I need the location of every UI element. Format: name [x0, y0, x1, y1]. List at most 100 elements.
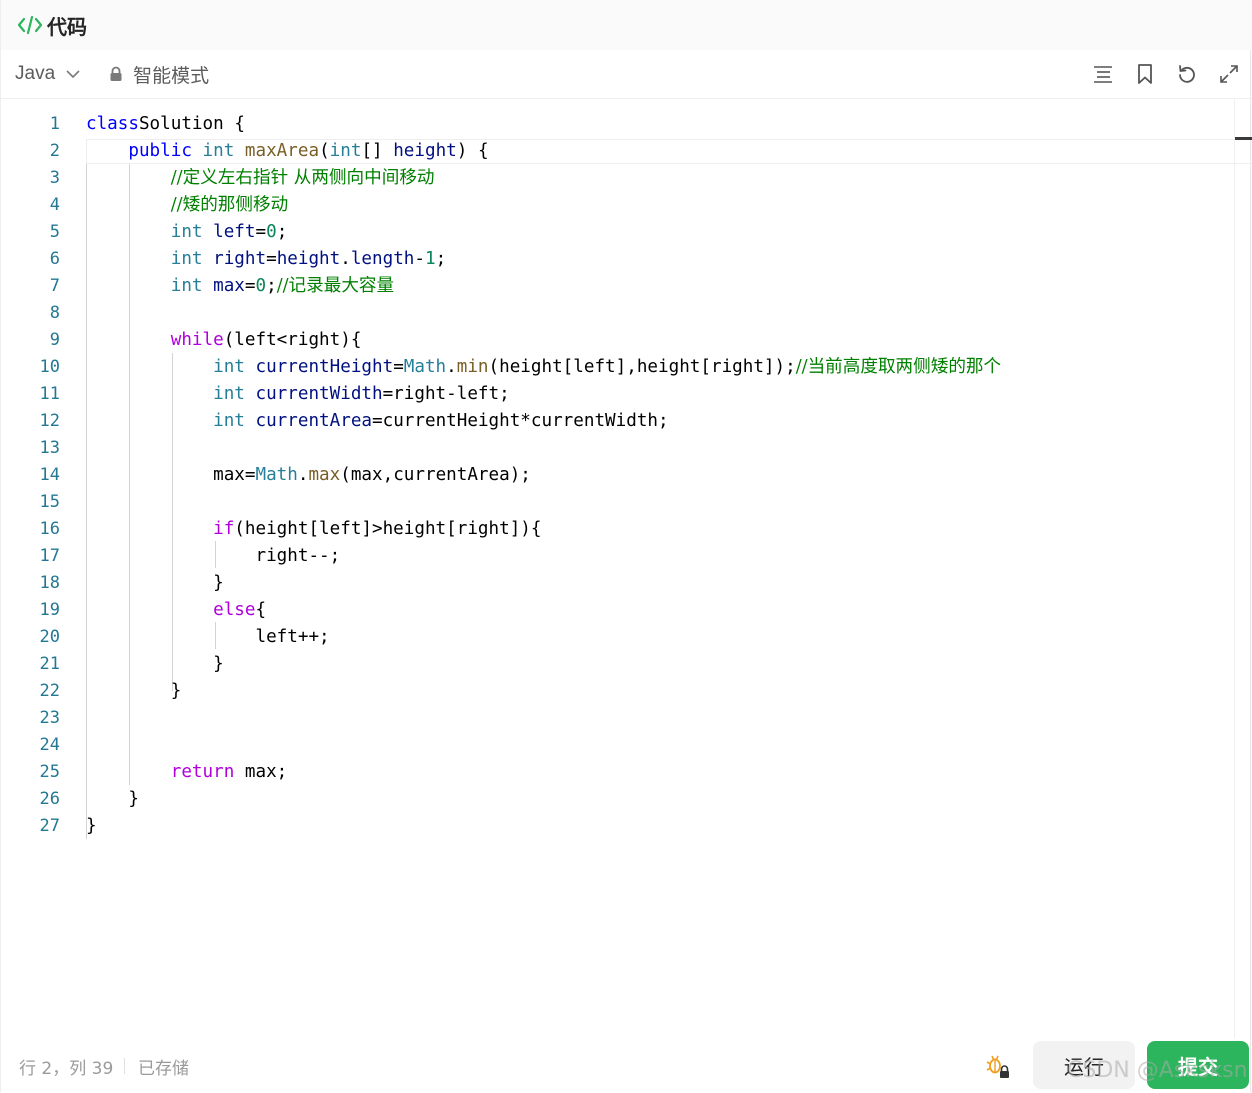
format-icon[interactable]	[1091, 62, 1115, 86]
mode-label: 智能模式	[133, 64, 210, 87]
code-text: public int maxArea(int[] height) {	[86, 138, 489, 165]
code-text: classSolution {	[86, 111, 245, 138]
code-line[interactable]: 20 left++;	[1, 624, 1235, 651]
code-token: =right-left;	[382, 384, 510, 404]
code-token: }	[86, 789, 139, 809]
code-line[interactable]: 18 }	[1, 570, 1235, 597]
line-number: 15	[39, 492, 60, 512]
code-line[interactable]: 15	[1, 489, 1235, 516]
code-line[interactable]: 22 }	[1, 678, 1235, 705]
line-number: 12	[39, 411, 60, 431]
bookmark-icon[interactable]	[1133, 62, 1157, 86]
code-line[interactable]: 10 int currentHeight=Math.min(height[lef…	[1, 354, 1235, 381]
code-token: =	[393, 357, 404, 377]
code-token: (	[319, 141, 330, 161]
line-number: 13	[39, 438, 60, 458]
code-text: int max=0;//记录最大容量	[86, 273, 394, 300]
code-token: }	[86, 681, 182, 701]
code-text: max=Math.max(max,currentArea);	[86, 462, 531, 489]
code-line[interactable]: 23	[1, 705, 1235, 732]
code-line[interactable]: 24	[1, 732, 1235, 759]
code-token: height	[393, 141, 457, 161]
code-line[interactable]: 3 //定义左右指针 从两侧向中间移动	[1, 165, 1235, 192]
code-line[interactable]: 11 int currentWidth=right-left;	[1, 381, 1235, 408]
editor-toolbar: Java 智能模式	[1, 50, 1252, 99]
line-number: 4	[49, 195, 60, 215]
code-line[interactable]: 4 //矮的那侧移动	[1, 192, 1235, 219]
line-number: 2	[49, 141, 60, 161]
code-line[interactable]: 2 public int maxArea(int[] height) {	[1, 138, 1235, 165]
debug-icon[interactable]	[985, 1053, 1011, 1079]
code-icon	[17, 14, 43, 36]
code-line[interactable]: 27}	[1, 813, 1235, 840]
code-line[interactable]: 9 while(left<right){	[1, 327, 1235, 354]
code-token: =	[244, 276, 256, 296]
fullscreen-icon[interactable]	[1217, 62, 1241, 86]
code-line[interactable]: 6 int right=height.length-1;	[1, 246, 1235, 273]
code-token: min	[456, 357, 489, 377]
code-line[interactable]: 21 }	[1, 651, 1235, 678]
code-line[interactable]: 25 return max;	[1, 759, 1235, 786]
code-text: return max;	[86, 759, 288, 786]
code-token: }	[86, 573, 224, 593]
code-text: int currentHeight=Math.min(height[left],…	[86, 354, 1001, 381]
code-text: while(left<right){	[86, 327, 362, 354]
line-number: 14	[39, 465, 60, 485]
code-line[interactable]: 26 }	[1, 786, 1235, 813]
smart-mode[interactable]: 智能模式	[109, 61, 209, 88]
submit-button[interactable]: 提交	[1147, 1041, 1249, 1089]
panel-header: 代码	[1, 0, 1252, 50]
status-bar: 行 2，列 39 已存储 运行 提交 CSDN @Asksksn	[1, 1038, 1252, 1093]
code-line[interactable]: 19 else{	[1, 597, 1235, 624]
cursor-position: 行 2，列 39	[19, 1059, 114, 1079]
code-token: //矮的那侧移动	[170, 195, 289, 215]
run-button[interactable]: 运行	[1033, 1041, 1135, 1089]
code-line[interactable]: 13	[1, 435, 1235, 462]
code-line[interactable]: 5 int left=0;	[1, 219, 1235, 246]
code-text: if(height[left]>height[right]){	[86, 516, 541, 543]
code-line[interactable]: 14 max=Math.max(max,currentArea);	[1, 462, 1235, 489]
code-token: return	[170, 762, 235, 782]
code-token: right	[213, 249, 267, 269]
code-token: left	[213, 222, 256, 242]
code-token: []	[361, 141, 394, 161]
code-token: public	[128, 141, 192, 161]
code-token: Math	[403, 357, 447, 377]
code-token: //当前高度取两侧矮的那个	[795, 357, 1002, 377]
reset-icon[interactable]	[1175, 62, 1199, 86]
code-text: int currentArea=currentHeight*currentWid…	[86, 408, 669, 435]
line-number: 21	[39, 654, 60, 674]
code-token: 1	[425, 249, 436, 269]
language-select[interactable]: Java	[15, 63, 81, 85]
code-line[interactable]: 17 right--;	[1, 543, 1235, 570]
code-token: .	[446, 357, 457, 377]
code-token: max=	[86, 465, 256, 485]
code-token: (height[left]>height[right]){	[234, 519, 542, 539]
code-token: (height[left],height[right]);	[488, 357, 796, 377]
line-number: 3	[49, 168, 60, 188]
code-token: ) {	[456, 141, 489, 161]
code-editor[interactable]: 1 classSolution {2 public int maxArea(int…	[1, 98, 1252, 1038]
code-line[interactable]: 7 int max=0;//记录最大容量	[1, 273, 1235, 300]
code-line[interactable]: 8	[1, 300, 1235, 327]
code-line[interactable]: 1 classSolution {	[1, 111, 1235, 138]
code-text: int left=0;	[86, 219, 288, 246]
code-token: class	[86, 114, 139, 134]
code-line[interactable]: 12 int currentArea=currentHeight*current…	[1, 408, 1235, 435]
code-token: left++;	[86, 627, 330, 647]
code-token: ;	[435, 249, 447, 269]
code-line[interactable]: 16 if(height[left]>height[right]){	[1, 516, 1235, 543]
line-number: 20	[39, 627, 60, 647]
code-token: }	[86, 654, 224, 674]
line-number: 19	[39, 600, 60, 620]
